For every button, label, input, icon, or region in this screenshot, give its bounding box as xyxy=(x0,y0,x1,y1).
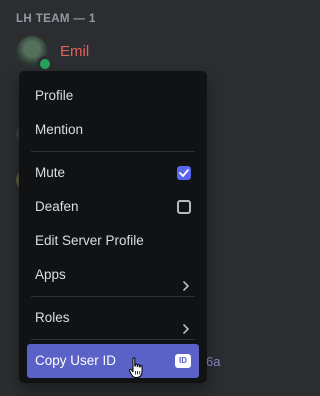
menu-item-label: Copy User ID xyxy=(35,353,117,368)
user-context-menu: Profile Mention Mute Deafen Edit Server … xyxy=(19,71,207,383)
menu-item-edit-server-profile[interactable]: Edit Server Profile xyxy=(27,224,199,258)
deafen-checkbox-icon[interactable] xyxy=(177,200,191,214)
menu-item-label: Roles xyxy=(35,310,70,325)
menu-item-profile[interactable]: Profile xyxy=(27,79,199,113)
menu-item-label: Mute xyxy=(35,165,66,180)
member-name[interactable]: Emil xyxy=(60,43,89,60)
menu-separator xyxy=(31,339,195,340)
menu-item-mute[interactable]: Mute xyxy=(27,156,199,190)
menu-item-label: Profile xyxy=(35,88,74,103)
menu-separator xyxy=(31,296,195,297)
menu-item-label: Deafen xyxy=(35,199,79,214)
member-section-header: LH TEAM — 1 xyxy=(16,13,96,25)
menu-item-label: Edit Server Profile xyxy=(35,233,144,248)
mute-checkbox-checked-icon[interactable] xyxy=(177,166,191,180)
menu-item-label: Mention xyxy=(35,122,84,137)
chevron-right-icon xyxy=(183,270,189,304)
menu-item-deafen[interactable]: Deafen xyxy=(27,190,199,224)
menu-separator xyxy=(31,151,195,152)
background-partial-text: 6a xyxy=(206,354,221,369)
chevron-right-icon xyxy=(183,313,189,347)
hand-pointer-cursor-icon xyxy=(128,357,146,384)
menu-item-mention[interactable]: Mention xyxy=(27,113,199,147)
member-row-emil[interactable]: Emil xyxy=(16,34,216,72)
id-icon: ID xyxy=(175,354,191,368)
online-status-icon xyxy=(37,56,53,72)
menu-item-copy-user-id[interactable]: Copy User ID ID xyxy=(27,344,199,378)
menu-item-roles[interactable]: Roles xyxy=(27,301,199,335)
app-window: LH TEAM — 1 Emil 6a Profile Mention Mute… xyxy=(0,0,240,396)
menu-item-apps[interactable]: Apps xyxy=(27,258,199,292)
menu-item-label: Apps xyxy=(35,267,66,282)
